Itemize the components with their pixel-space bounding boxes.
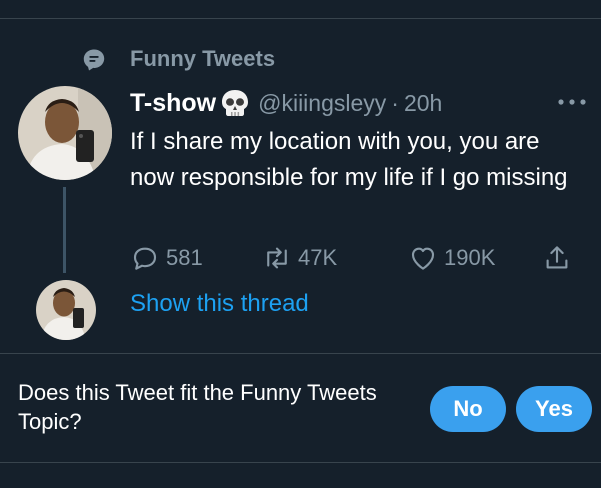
avatar-photo	[18, 86, 112, 180]
reply-count: 581	[166, 245, 203, 270]
yes-button[interactable]: Yes	[516, 386, 592, 432]
show-thread-link[interactable]: Show this thread	[130, 290, 309, 318]
skull-icon	[222, 90, 249, 116]
avatar[interactable]	[18, 86, 112, 180]
tweet-header: T-show @kiiingsleyy · 20h	[130, 88, 442, 118]
like-count: 190K	[444, 245, 496, 270]
avatar-thread[interactable]	[36, 280, 96, 340]
tweet-actions: 581 47K 190K	[130, 240, 585, 276]
topic-feedback-question: Does this Tweet fit the Funny Tweets Top…	[18, 380, 377, 434]
thread-connector	[63, 187, 66, 273]
top-divider	[0, 18, 601, 19]
topic-icon	[83, 49, 105, 71]
like-button[interactable]: 190K	[408, 240, 495, 276]
reply-button[interactable]: 581	[130, 240, 203, 276]
share-button[interactable]	[542, 240, 572, 276]
author-name[interactable]: T-show	[130, 89, 216, 118]
section-divider	[0, 353, 601, 354]
retweet-button[interactable]: 47K	[262, 240, 337, 276]
reply-icon	[133, 247, 157, 270]
tweet-text: If I share my location with you, you are…	[130, 128, 568, 191]
heart-icon	[411, 247, 435, 270]
author-handle[interactable]: @kiiingsleyy	[258, 90, 386, 117]
topic-context[interactable]: Funny Tweets	[82, 42, 275, 78]
retweet-icon	[267, 247, 287, 269]
tweet-timestamp[interactable]: 20h	[404, 90, 442, 117]
separator-dot: ·	[391, 89, 399, 116]
avatar-photo	[36, 280, 96, 340]
bottom-divider	[0, 462, 601, 463]
no-button[interactable]: No	[430, 386, 506, 432]
share-icon	[546, 246, 568, 269]
more-options-icon[interactable]	[555, 92, 589, 112]
retweet-count: 47K	[298, 245, 338, 270]
topic-label[interactable]: Funny Tweets	[130, 46, 275, 72]
